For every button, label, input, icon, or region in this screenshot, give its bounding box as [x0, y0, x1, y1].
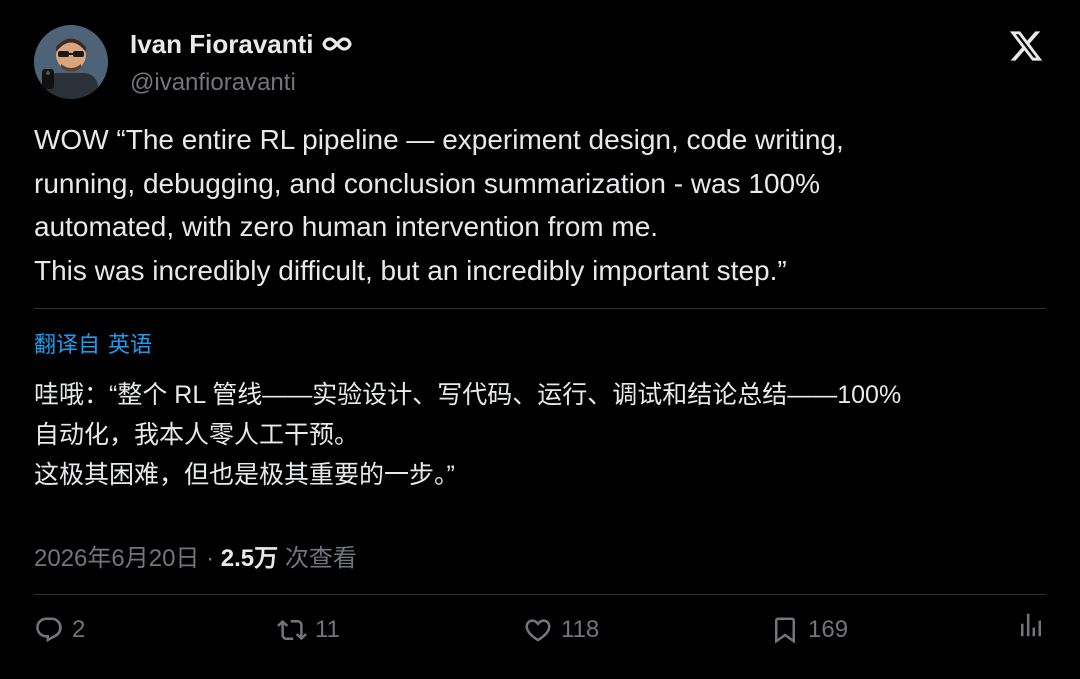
avatar[interactable]	[34, 25, 108, 99]
x-logo[interactable]	[1008, 28, 1044, 64]
repost-count: 11	[315, 616, 340, 643]
meta-separator: ·	[206, 545, 215, 572]
avatar-photo	[34, 25, 108, 99]
divider	[34, 594, 1046, 595]
name-row: Ivan Fioravanti	[130, 28, 352, 60]
tweet-line: WOW “The entire RL pipeline — experiment…	[34, 124, 844, 155]
views-count: 2.5万	[220, 545, 279, 572]
reply-icon	[36, 617, 62, 643]
reply-button[interactable]: 2	[34, 610, 85, 650]
tweet-date[interactable]: 2026年6月20日	[34, 545, 199, 572]
translated-line: 哇哦：“整个 RL 管线——实验设计、写代码、运行、调试和结论总结——100%	[34, 381, 902, 409]
like-count: 118	[561, 616, 600, 643]
heart-icon	[525, 619, 551, 642]
tweet-header: Ivan Fioravanti @ivanfioravanti	[34, 24, 1046, 102]
translated-line: 自动化，我本人零人工干预。	[34, 421, 360, 449]
translate-label[interactable]: 翻译自 英语	[34, 330, 160, 360]
source-language: 英语	[108, 332, 153, 357]
tweet-text: WOW “The entire RL pipeline — experiment…	[34, 118, 1046, 292]
bookmark-count: 169	[808, 616, 849, 643]
reply-count: 2	[72, 616, 86, 643]
views-label: 次查看	[284, 545, 357, 572]
tweet-line: running, debugging, and conclusion summa…	[34, 167, 821, 199]
translated-line: 这极其困难，但也是极其重要的一步。”	[34, 461, 455, 489]
tweet-meta: 2026年6月20日 · 2.5万 次查看	[34, 543, 357, 575]
action-bar: 2 11 118 169	[34, 610, 1046, 650]
bookmark-icon	[775, 617, 795, 644]
analytics-button[interactable]	[1016, 610, 1046, 640]
divider	[34, 308, 1046, 309]
repost-icon	[277, 619, 307, 641]
like-button[interactable]: 118	[523, 610, 599, 650]
bookmark-button[interactable]: 169	[770, 610, 848, 650]
tweet-line: automated, with zero human intervention …	[34, 211, 659, 242]
tweet-line: This was incredibly difficult, but an in…	[34, 254, 787, 286]
translated-text: 哇哦：“整个 RL 管线——实验设计、写代码、运行、调试和结论总结——100% …	[34, 375, 1046, 495]
infinity-icon	[321, 37, 352, 51]
display-name[interactable]: Ivan Fioravanti	[130, 28, 314, 60]
repost-button[interactable]: 11	[277, 610, 340, 650]
translated-from-label: 翻译自	[34, 332, 101, 357]
analytics-icon	[1021, 613, 1041, 637]
handle[interactable]: @ivanfioravanti	[130, 68, 296, 98]
